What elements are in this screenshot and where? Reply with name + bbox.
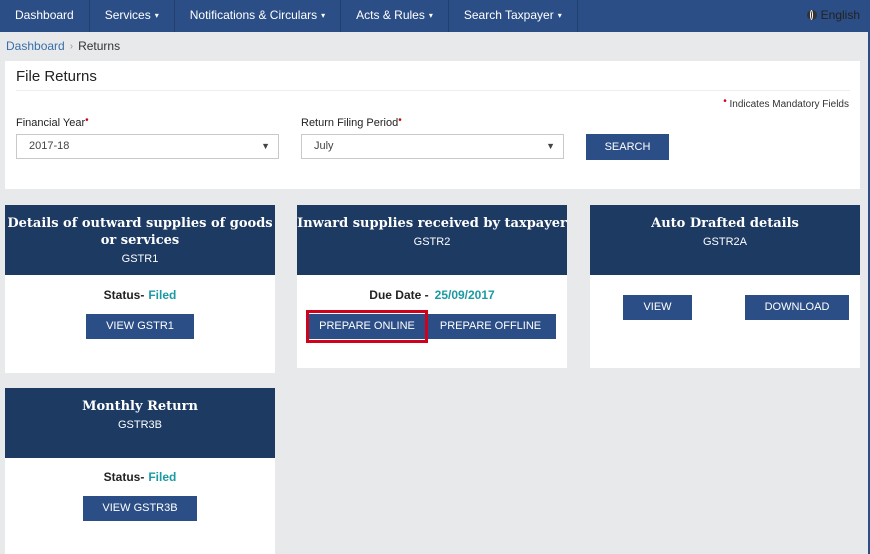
top-nav: Dashboard Services ▾ Notifications & Circ…: [0, 0, 868, 32]
view-gstr3b-button[interactable]: VIEW GSTR3B: [83, 496, 197, 521]
gstr2a-card-code: GSTR2A: [702, 236, 747, 248]
caret-down-icon: ▾: [154, 11, 159, 20]
gstr3b-card-header: Monthly Return GSTR3B: [5, 388, 275, 458]
language-label: English: [820, 8, 860, 22]
breadcrumb-dashboard-link[interactable]: Dashboard: [6, 39, 65, 53]
gstr3b-card-code: GSTR3B: [117, 419, 162, 431]
gstr1-status: Status- Filed: [5, 288, 275, 302]
dropdown-arrow-icon: ▼: [546, 141, 555, 151]
financial-year-value: 2017-18: [29, 140, 70, 152]
gstr2a-card-title: Auto Drafted details: [651, 216, 799, 231]
required-marker: •: [85, 115, 89, 126]
status-value: Filed: [148, 288, 177, 302]
gstr1-card: Details of outward supplies of goods or …: [5, 205, 275, 373]
nav-notifications-label: Notifications & Circulars: [189, 8, 318, 22]
caret-down-icon: ▾: [428, 11, 433, 20]
gstr2-card: Inward supplies received by taxpayer GST…: [297, 205, 567, 368]
nav-notifications[interactable]: Notifications & Circulars ▾: [175, 0, 342, 32]
page-title: File Returns: [16, 68, 97, 85]
mandatory-note: • Indicates Mandatory Fields: [723, 96, 849, 110]
gstr2a-card: Auto Drafted details GSTR2A VIEW DOWNLOA…: [590, 205, 860, 368]
status-value: Filed: [148, 470, 177, 484]
nav-acts-rules-label: Acts & Rules: [356, 8, 425, 22]
status-label: Status-: [103, 288, 145, 302]
gstr2-due-date: Due Date - 25/09/2017: [297, 288, 567, 302]
gstr1-card-header: Details of outward supplies of goods or …: [5, 205, 275, 275]
financial-year-label-text: Financial Year: [16, 117, 86, 129]
caret-down-icon: ▾: [557, 11, 562, 20]
title-divider: [16, 90, 850, 91]
breadcrumb-separator: ›: [69, 40, 74, 52]
search-button[interactable]: SEARCH: [586, 134, 669, 160]
gstr1-card-title: Details of outward supplies of goods or …: [7, 216, 273, 248]
financial-year-label: Financial Year•: [16, 115, 89, 129]
breadcrumb-current: Returns: [78, 39, 121, 53]
due-date-value: 25/09/2017: [434, 288, 495, 302]
financial-year-select[interactable]: 2017-18 ▼: [16, 134, 279, 159]
globe-icon: [806, 10, 817, 20]
gstr2-card-header: Inward supplies received by taxpayer GST…: [297, 205, 567, 275]
prepare-offline-button[interactable]: PREPARE OFFLINE: [425, 314, 556, 339]
return-period-label: Return Filing Period•: [301, 115, 402, 129]
nav-search-taxpayer-label: Search Taxpayer: [463, 8, 554, 22]
gstr2-card-code: GSTR2: [413, 236, 451, 248]
due-date-label: Due Date -: [369, 288, 429, 302]
gstr3b-card: Monthly Return GSTR3B Status- Filed VIEW …: [5, 388, 275, 554]
nav-dashboard-label: Dashboard: [15, 8, 74, 22]
required-marker: •: [723, 96, 727, 107]
status-label: Status-: [103, 470, 145, 484]
caret-down-icon: ▾: [321, 11, 326, 20]
return-period-label-text: Return Filing Period: [301, 117, 399, 129]
nav-services-label: Services: [104, 8, 151, 22]
required-marker: •: [398, 115, 402, 126]
dropdown-arrow-icon: ▼: [261, 141, 270, 151]
gstr2a-card-header: Auto Drafted details GSTR2A: [590, 205, 860, 275]
view-gstr2a-button[interactable]: VIEW: [623, 295, 692, 320]
language-selector[interactable]: English: [806, 8, 860, 22]
gstr2-card-title: Inward supplies received by taxpayer: [297, 216, 567, 231]
nav-acts-rules[interactable]: Acts & Rules ▾: [341, 0, 449, 32]
highlight-box: [306, 310, 428, 343]
mandatory-note-text: Indicates Mandatory Fields: [729, 99, 849, 110]
gstr1-card-code: GSTR1: [121, 253, 159, 265]
breadcrumb: Dashboard › Returns: [0, 32, 868, 60]
file-returns-panel: File Returns • Indicates Mandatory Field…: [5, 61, 860, 189]
download-gstr2a-button[interactable]: DOWNLOAD: [745, 295, 849, 320]
gstr3b-status: Status- Filed: [5, 470, 275, 484]
view-gstr1-button[interactable]: VIEW GSTR1: [86, 314, 194, 339]
return-period-value: July: [314, 140, 334, 152]
nav-dashboard[interactable]: Dashboard: [0, 0, 90, 32]
gstr3b-card-title: Monthly Return: [82, 399, 198, 414]
return-period-select[interactable]: July ▼: [301, 134, 564, 159]
nav-search-taxpayer[interactable]: Search Taxpayer ▾: [449, 0, 578, 32]
nav-services[interactable]: Services ▾: [90, 0, 175, 32]
